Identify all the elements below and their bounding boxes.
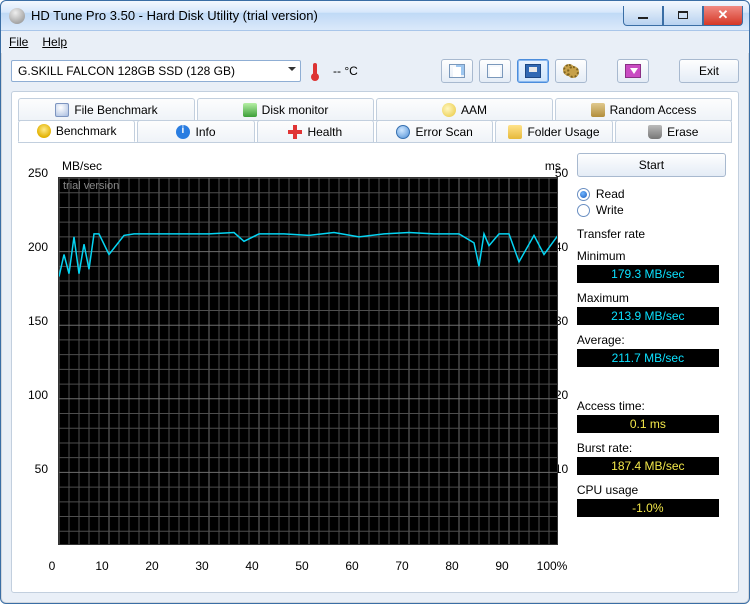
- tab-label: Random Access: [610, 103, 697, 117]
- tab-label: Health: [307, 125, 342, 139]
- minimize-button[interactable]: [623, 6, 663, 26]
- title-text: HD Tune Pro 3.50 - Hard Disk Utility (tr…: [31, 8, 318, 23]
- gears-icon: [563, 64, 579, 78]
- burst-rate-value: 187.4 MB/sec: [577, 457, 719, 475]
- folder-icon: [508, 125, 522, 139]
- tab-disk-monitor[interactable]: Disk monitor: [197, 98, 374, 120]
- cpu-usage-value: -1.0%: [577, 499, 719, 517]
- tab-label: AAM: [461, 103, 487, 117]
- radio-read[interactable]: Read: [577, 187, 726, 201]
- minimize-icon: [638, 17, 648, 19]
- burst-rate-label: Burst rate:: [577, 441, 726, 455]
- drive-select[interactable]: G.SKILL FALCON 128GB SSD (128 GB): [11, 60, 301, 82]
- close-icon: ✕: [718, 7, 729, 23]
- tabs-container: File Benchmark Disk monitor AAM Random A…: [11, 91, 739, 593]
- info-icon: [176, 125, 190, 139]
- tab-content: MB/sec ms 250 200 150 100 50 50 40 30 20…: [18, 143, 732, 595]
- toolbar-button-group: [441, 59, 587, 83]
- tab-file-benchmark[interactable]: File Benchmark: [18, 98, 195, 120]
- minimize-to-tray-button[interactable]: [617, 59, 649, 83]
- average-value: 211.7 MB/sec: [577, 349, 719, 367]
- random-access-icon: [591, 103, 605, 117]
- save-screenshot-button[interactable]: [517, 59, 549, 83]
- file-benchmark-icon: [55, 103, 69, 117]
- minimum-value: 179.3 MB/sec: [577, 265, 719, 283]
- minimum-label: Minimum: [577, 249, 726, 263]
- close-button[interactable]: ✕: [703, 6, 743, 26]
- screenshot-clipboard-button[interactable]: [479, 59, 511, 83]
- tab-folder-usage[interactable]: Folder Usage: [495, 120, 612, 142]
- error-scan-icon: [396, 125, 410, 139]
- menubar: File Help: [1, 31, 749, 53]
- transfer-rate-label: Transfer rate: [577, 227, 726, 241]
- chart-svg: [59, 178, 558, 545]
- radio-icon: [577, 188, 590, 201]
- exit-button[interactable]: Exit: [679, 59, 739, 83]
- tab-label: Error Scan: [415, 125, 472, 139]
- app-icon: [9, 8, 25, 24]
- maximum-value: 213.9 MB/sec: [577, 307, 719, 325]
- right-panel: Start Read Write Transfer rate Minimum 1…: [575, 149, 728, 591]
- tab-label: Folder Usage: [527, 125, 599, 139]
- maximum-label: Maximum: [577, 291, 726, 305]
- maximize-button[interactable]: [663, 6, 703, 26]
- radio-write-label: Write: [596, 203, 624, 217]
- cpu-usage-label: CPU usage: [577, 483, 726, 497]
- temperature-text: -- °C: [333, 64, 358, 78]
- window: HD Tune Pro 3.50 - Hard Disk Utility (tr…: [0, 0, 750, 604]
- save-icon: [525, 64, 541, 78]
- chart-plot: trial version: [58, 177, 558, 545]
- menu-file[interactable]: File: [9, 35, 28, 49]
- x-axis: 0102030405060708090100%: [52, 559, 555, 577]
- average-label: Average:: [577, 333, 726, 347]
- tab-row-upper: File Benchmark Disk monitor AAM Random A…: [18, 98, 732, 121]
- tab-label: Info: [195, 125, 215, 139]
- tab-info[interactable]: Info: [137, 120, 254, 142]
- tab-erase[interactable]: Erase: [615, 120, 732, 142]
- radio-read-label: Read: [596, 187, 625, 201]
- exit-button-label: Exit: [699, 64, 719, 78]
- disk-monitor-icon: [243, 103, 257, 117]
- tab-random-access[interactable]: Random Access: [555, 98, 732, 120]
- copy-info-button[interactable]: [441, 59, 473, 83]
- toolbar: G.SKILL FALCON 128GB SSD (128 GB) -- °C …: [1, 53, 749, 89]
- benchmark-icon: [37, 124, 51, 138]
- down-arrow-icon: [625, 64, 641, 78]
- tab-row-lower: Benchmark Info Health Error Scan Folder …: [18, 120, 732, 143]
- tab-health[interactable]: Health: [257, 120, 374, 142]
- start-button-label: Start: [639, 158, 664, 172]
- tab-label: Benchmark: [56, 124, 117, 138]
- tab-benchmark[interactable]: Benchmark: [18, 120, 135, 142]
- access-time-value: 0.1 ms: [577, 415, 719, 433]
- tab-label: Disk monitor: [262, 103, 329, 117]
- y-axis-left: 250 200 150 100 50: [22, 173, 50, 543]
- radio-write[interactable]: Write: [577, 203, 726, 217]
- copy-info-icon: [449, 64, 465, 78]
- window-controls: ✕: [623, 6, 743, 26]
- titlebar[interactable]: HD Tune Pro 3.50 - Hard Disk Utility (tr…: [1, 1, 749, 31]
- tab-label: File Benchmark: [74, 103, 157, 117]
- thermometer-icon: [309, 61, 321, 81]
- maximize-icon: [678, 11, 688, 19]
- benchmark-chart: MB/sec ms 250 200 150 100 50 50 40 30 20…: [22, 149, 575, 579]
- chart-watermark: trial version: [63, 180, 119, 192]
- erase-icon: [648, 125, 662, 139]
- radio-icon: [577, 204, 590, 217]
- screenshot-clipboard-icon: [487, 64, 503, 78]
- tab-label: Erase: [667, 125, 698, 139]
- menu-help[interactable]: Help: [42, 35, 67, 49]
- y-left-label: MB/sec: [62, 159, 102, 173]
- drive-select-value: G.SKILL FALCON 128GB SSD (128 GB): [18, 64, 235, 78]
- aam-icon: [442, 103, 456, 117]
- access-time-label: Access time:: [577, 399, 726, 413]
- options-button[interactable]: [555, 59, 587, 83]
- tab-error-scan[interactable]: Error Scan: [376, 120, 493, 142]
- tab-aam[interactable]: AAM: [376, 98, 553, 120]
- health-icon: [288, 125, 302, 139]
- start-button[interactable]: Start: [577, 153, 726, 177]
